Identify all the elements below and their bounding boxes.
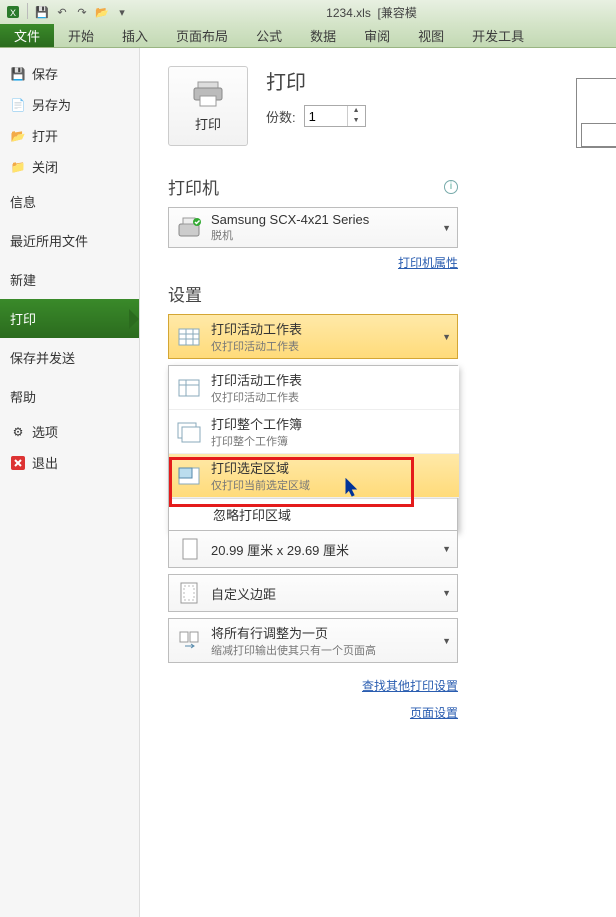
- cursor-icon: [345, 478, 359, 498]
- spinner-down-icon[interactable]: ▼: [348, 116, 365, 126]
- popup-opt-active-sheet[interactable]: 打印活动工作表仅打印活动工作表: [169, 366, 459, 410]
- tab-view[interactable]: 视图: [404, 24, 458, 47]
- printer-section-title: 打印机i: [168, 174, 458, 199]
- save-icon: 💾: [10, 66, 26, 82]
- printer-device-icon: [175, 214, 203, 242]
- scaling-dropdown[interactable]: 将所有行调整为一页缩减打印输出使其只有一个页面高 ▼: [168, 618, 458, 663]
- nav-options[interactable]: ⚙选项: [0, 416, 139, 447]
- qat-save-icon[interactable]: 💾: [33, 3, 51, 21]
- scaling-icon: [175, 627, 203, 655]
- tab-formulas[interactable]: 公式: [242, 24, 296, 47]
- app-icon[interactable]: X: [4, 3, 22, 21]
- popup-opt-selection[interactable]: 打印选定区域仅打印当前选定区域: [169, 454, 459, 498]
- print-what-popup: 打印活动工作表仅打印活动工作表 打印整个工作簿打印整个工作簿 打印选定区域仅打印…: [168, 365, 458, 531]
- chevron-down-icon: ▼: [442, 636, 451, 646]
- settings-section-title: 设置: [168, 281, 458, 306]
- qat-redo-icon[interactable]: ↷: [73, 3, 91, 21]
- nav-help[interactable]: 帮助: [0, 377, 139, 416]
- qat-undo-icon[interactable]: ↶: [53, 3, 71, 21]
- tab-review[interactable]: 审阅: [350, 24, 404, 47]
- margins-dropdown[interactable]: 自定义边距 ▼: [168, 574, 458, 612]
- popup-ignore-print-area[interactable]: 忽略打印区域: [169, 498, 457, 530]
- printer-icon: [190, 80, 226, 108]
- tab-developer[interactable]: 开发工具: [458, 24, 538, 47]
- qat-open-icon[interactable]: 📂: [93, 3, 111, 21]
- printer-dropdown[interactable]: Samsung SCX-4x21 Series 脱机 ▼: [168, 207, 458, 248]
- chevron-down-icon: ▼: [442, 588, 451, 598]
- copies-label: 份数:: [266, 107, 296, 126]
- print-button[interactable]: 打印: [168, 66, 248, 146]
- chevron-down-icon: ▼: [442, 332, 451, 342]
- exit-icon: [10, 455, 26, 471]
- window-title: 1234.xls [兼容模: [131, 4, 612, 21]
- nav-new[interactable]: 新建: [0, 260, 139, 299]
- saveas-icon: 📄: [10, 97, 26, 113]
- close-icon: 📁: [10, 159, 26, 175]
- print-title: 打印: [266, 66, 366, 95]
- popup-opt-workbook[interactable]: 打印整个工作簿打印整个工作簿: [169, 410, 459, 454]
- printer-properties-link[interactable]: 打印机属性: [168, 254, 458, 271]
- spinner-up-icon[interactable]: ▲: [348, 106, 365, 116]
- preview-pane-edge: [576, 78, 616, 148]
- nav-open[interactable]: 📂打开: [0, 120, 139, 151]
- other-settings-link[interactable]: 查找其他打印设置: [168, 677, 458, 694]
- paper-icon: [175, 535, 203, 563]
- tab-data[interactable]: 数据: [296, 24, 350, 47]
- nav-recent[interactable]: 最近所用文件: [0, 221, 139, 260]
- qat-dropdown-icon[interactable]: ▾: [113, 3, 131, 21]
- paper-dropdown[interactable]: 20.99 厘米 x 29.69 厘米 ▼: [168, 531, 458, 568]
- tab-home[interactable]: 开始: [54, 24, 108, 47]
- selection-icon: [175, 462, 203, 490]
- nav-close[interactable]: 📁关闭: [0, 151, 139, 182]
- svg-text:X: X: [10, 8, 16, 18]
- print-what-dropdown[interactable]: 打印活动工作表 仅打印活动工作表 ▼: [168, 314, 458, 359]
- nav-exit[interactable]: 退出: [0, 447, 139, 478]
- info-icon[interactable]: i: [444, 180, 458, 194]
- chevron-down-icon: ▼: [442, 544, 451, 554]
- tab-pagelayout[interactable]: 页面布局: [162, 24, 242, 47]
- nav-share[interactable]: 保存并发送: [0, 338, 139, 377]
- open-icon: 📂: [10, 128, 26, 144]
- nav-saveas[interactable]: 📄另存为: [0, 89, 139, 120]
- copies-input[interactable]: [305, 109, 347, 124]
- nav-save[interactable]: 💾保存: [0, 58, 139, 89]
- tab-file[interactable]: 文件: [0, 24, 54, 47]
- page-setup-link[interactable]: 页面设置: [168, 704, 458, 721]
- tab-insert[interactable]: 插入: [108, 24, 162, 47]
- options-icon: ⚙: [10, 424, 26, 440]
- copies-spinner[interactable]: ▲▼: [304, 105, 366, 127]
- workbook-icon: [175, 418, 203, 446]
- margins-icon: [175, 579, 203, 607]
- nav-print[interactable]: 打印: [0, 299, 139, 338]
- sheet-icon: [175, 374, 203, 402]
- nav-info[interactable]: 信息: [0, 182, 139, 221]
- chevron-down-icon: ▼: [442, 223, 451, 233]
- sheet-icon: [175, 323, 203, 351]
